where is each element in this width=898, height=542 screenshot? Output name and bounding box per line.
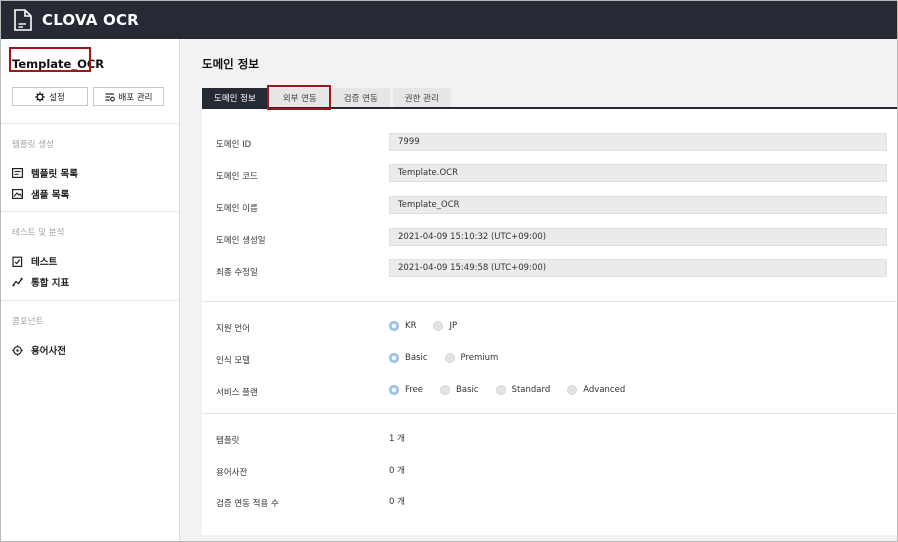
sidebar-item-template-list[interactable]: 템플릿 목록	[12, 166, 78, 180]
radio-label: Premium	[460, 353, 499, 363]
image-sample-icon	[12, 189, 24, 199]
field-label: 검증 연동 적용 수	[216, 499, 279, 509]
field-label: 최종 수정일	[216, 268, 258, 278]
radio-advanced[interactable]: Advanced	[567, 385, 625, 395]
deploy-manage-button[interactable]: 배포 관리	[93, 87, 164, 106]
radio-unselected-icon	[444, 353, 455, 363]
document-logo-icon	[14, 9, 32, 31]
deploy-manage-button-label: 배포 관리	[118, 92, 153, 103]
tab-domain-info[interactable]: 도메인 정보	[202, 88, 268, 107]
domain-name-field: Template_OCR	[389, 196, 887, 214]
template-count: 1 개	[389, 434, 405, 444]
field-label: 인식 모델	[216, 356, 250, 366]
app-title: CLOVA OCR	[42, 11, 139, 29]
modified-date-field: 2021-04-09 15:49:58 (UTC+09:00)	[389, 259, 887, 277]
section-label-component: 콤포넌트	[12, 317, 44, 327]
radio-selected-icon	[389, 385, 399, 395]
field-label: 서비스 플랜	[216, 388, 258, 398]
domain-id-field: 7999	[389, 133, 887, 151]
radio-label: KR	[405, 321, 417, 331]
page-title: 도메인 정보	[202, 57, 259, 71]
radio-kr[interactable]: KR	[389, 321, 416, 331]
radio-label: Free	[405, 385, 424, 395]
checklist-icon	[12, 256, 24, 267]
field-label: 용어사전	[216, 468, 248, 478]
language-radio-group: KR JP	[389, 321, 474, 331]
sidebar-item-sample-list[interactable]: 샘플 목록	[12, 187, 69, 201]
deploy-list-icon	[105, 92, 115, 102]
sidebar-item-label: 템플릿 목록	[31, 169, 79, 180]
settings-button[interactable]: 설정	[12, 87, 88, 106]
list-icon	[12, 168, 24, 178]
radio-unselected-icon	[440, 385, 451, 395]
radio-unselected-icon	[567, 385, 578, 395]
top-bar: CLOVA OCR	[1, 1, 897, 39]
sidebar: Template_OCR 설정 배포 관리 템플릿 생성 템플릿 목록 샘플 목…	[1, 39, 180, 541]
sidebar-item-label: 샘플 목록	[31, 190, 70, 201]
trend-chart-icon	[12, 277, 24, 287]
section-divider	[202, 301, 897, 302]
field-label: 도메인 생성일	[216, 236, 266, 246]
created-date-field: 2021-04-09 15:10:32 (UTC+09:00)	[389, 228, 887, 246]
sidebar-item-glossary[interactable]: 용어사전	[12, 343, 66, 357]
radio-selected-icon	[389, 353, 399, 363]
field-label: 도메인 이름	[216, 204, 258, 214]
tab-bar: 도메인 정보 외부 연동 검증 연동 권한 관리	[202, 88, 454, 107]
radio-free[interactable]: Free	[389, 385, 423, 395]
sidebar-item-test[interactable]: 테스트	[12, 254, 57, 268]
tab-verification-integration[interactable]: 검증 연동	[331, 88, 390, 107]
field-label: 도메인 ID	[216, 140, 252, 150]
section-divider	[202, 413, 897, 414]
glossary-count: 0 개	[389, 466, 405, 476]
radio-label: Advanced	[583, 385, 626, 395]
plan-radio-group: Free Basic Standard Advanced	[389, 385, 642, 395]
radio-unselected-icon	[495, 385, 506, 395]
template-name: Template_OCR	[12, 57, 105, 71]
model-radio-group: Basic Premium	[389, 353, 515, 363]
radio-label: JP	[449, 321, 458, 331]
radio-premium[interactable]: Premium	[444, 353, 499, 363]
sidebar-item-integrated-metrics[interactable]: 통합 지표	[12, 275, 69, 289]
tab-external-integration[interactable]: 외부 연동	[270, 88, 329, 107]
radio-plan-basic[interactable]: Basic	[440, 385, 479, 395]
sidebar-item-label: 통합 지표	[31, 278, 70, 289]
radio-label: Basic	[405, 353, 428, 363]
radio-unselected-icon	[433, 321, 444, 331]
main-content: 도메인 정보 도메인 정보 외부 연동 검증 연동 권한 관리 도메인 ID 7…	[181, 39, 897, 541]
radio-label: Standard	[511, 385, 551, 395]
section-label-test-analysis: 테스트 및 분석	[12, 228, 65, 238]
radio-jp[interactable]: JP	[433, 321, 457, 331]
gear-icon	[35, 91, 45, 102]
sidebar-item-label: 용어사전	[31, 346, 66, 357]
domain-code-field: Template.OCR	[389, 164, 887, 182]
sidebar-divider	[1, 211, 180, 212]
field-label: 도메인 코드	[216, 172, 258, 182]
sidebar-item-label: 테스트	[31, 257, 58, 268]
sidebar-divider	[1, 123, 180, 124]
section-label-template-create: 템플릿 생성	[12, 140, 54, 150]
app-window: CLOVA OCR Template_OCR 설정 배포 관리 템플릿 생성 템…	[0, 0, 898, 542]
tab-permission-management[interactable]: 권한 관리	[392, 88, 451, 107]
field-label: 템플릿	[216, 436, 240, 446]
radio-basic[interactable]: Basic	[389, 353, 428, 363]
sidebar-divider	[1, 300, 180, 301]
target-icon	[12, 344, 24, 356]
radio-standard[interactable]: Standard	[495, 385, 551, 395]
field-label: 지원 언어	[216, 324, 250, 334]
settings-button-label: 설정	[49, 92, 65, 103]
domain-info-panel: 도메인 ID 7999 도메인 코드 Template.OCR 도메인 이름 T…	[202, 109, 897, 535]
radio-selected-icon	[389, 321, 399, 331]
verification-count: 0 개	[389, 497, 405, 507]
radio-label: Basic	[456, 385, 479, 395]
